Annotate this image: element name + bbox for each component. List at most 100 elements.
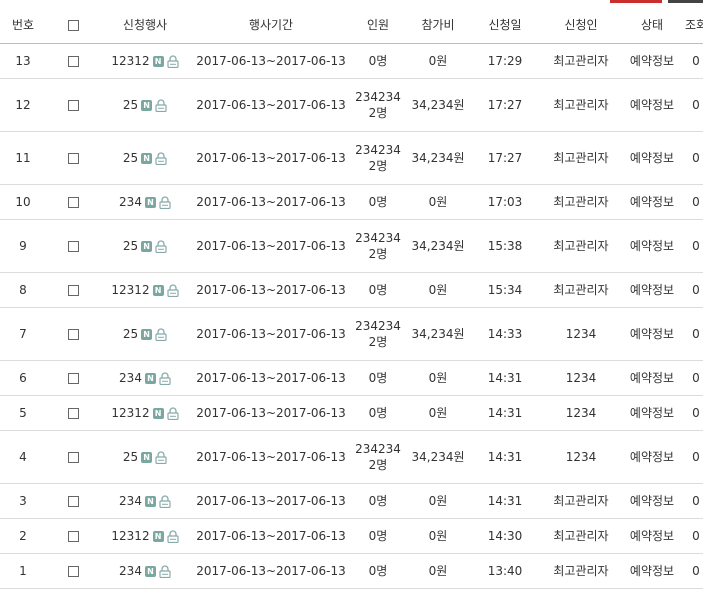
row-event-link[interactable]: 12312 [111, 405, 149, 421]
row-number: 11 [0, 131, 46, 185]
row-number: 10 [0, 184, 46, 220]
table-row[interactable]: 12 25 N 2017-06-13~2017-06-13 2342342명 34,234… [0, 78, 703, 132]
row-applicant: 1234 [538, 360, 624, 396]
table-row[interactable]: 2 12312 N 2017-06-13~2017-06-13 0명 0원 14:30 최고관… [0, 518, 703, 554]
new-badge-icon: N [144, 495, 156, 507]
row-event-link[interactable]: 25 [123, 150, 138, 166]
row-checkbox[interactable] [67, 373, 79, 384]
header-fee: 참가비 [404, 6, 472, 44]
row-event-link[interactable]: 234 [119, 370, 142, 386]
row-checkbox[interactable] [67, 197, 79, 208]
row-views: 0 [680, 43, 703, 79]
table-row[interactable]: 11 25 N 2017-06-13~2017-06-13 2342342명 34,234… [0, 131, 703, 185]
new-badge-icon: N [141, 451, 153, 463]
row-date: 17:27 [472, 131, 538, 185]
row-checkbox[interactable] [67, 153, 79, 164]
lock-icon [159, 194, 171, 210]
row-event-link[interactable]: 12312 [111, 53, 149, 69]
row-number: 1 [0, 553, 46, 589]
row-status-link[interactable]: 예약정보 [624, 360, 680, 396]
row-applicant: 최고관리자 [538, 553, 624, 589]
row-status-link[interactable]: 예약정보 [624, 184, 680, 220]
row-checkbox[interactable] [67, 408, 79, 419]
row-status-link[interactable]: 예약정보 [624, 272, 680, 308]
row-fee: 0원 [404, 553, 472, 589]
row-event-link[interactable]: 25 [123, 326, 138, 342]
row-people: 0명 [352, 184, 404, 220]
row-period: 2017-06-13~2017-06-13 [190, 430, 352, 484]
table-row[interactable]: 10 234 N 2017-06-13~2017-06-13 0명 0원 17:03 최고관리… [0, 184, 703, 220]
row-status-link[interactable]: 예약정보 [624, 553, 680, 589]
lock-icon [155, 150, 167, 166]
row-checkbox[interactable] [67, 285, 79, 296]
row-views: 0 [680, 219, 703, 273]
row-checkbox[interactable] [67, 566, 79, 577]
row-date: 15:34 [472, 272, 538, 308]
row-checkbox[interactable] [67, 56, 79, 67]
row-checkbox[interactable] [67, 496, 79, 507]
new-badge-icon: N [144, 565, 156, 577]
row-event-link[interactable]: 234 [119, 563, 142, 579]
new-badge-icon: N [141, 328, 153, 340]
row-period: 2017-06-13~2017-06-13 [190, 219, 352, 273]
row-fee: 0원 [404, 483, 472, 519]
row-status-link[interactable]: 예약정보 [624, 483, 680, 519]
row-select-cell [46, 131, 100, 185]
row-select-cell [46, 219, 100, 273]
row-select-cell [46, 395, 100, 431]
row-event-link[interactable]: 25 [123, 238, 138, 254]
row-people: 0명 [352, 518, 404, 554]
header-date: 신청일 [472, 6, 538, 44]
top-action-button-red[interactable] [610, 0, 662, 3]
select-all-checkbox[interactable] [67, 19, 79, 31]
row-checkbox[interactable] [67, 531, 79, 542]
row-date: 14:31 [472, 395, 538, 431]
row-checkbox[interactable] [67, 329, 79, 340]
row-status-link[interactable]: 예약정보 [624, 518, 680, 554]
table-row[interactable]: 1 234 N 2017-06-13~2017-06-13 0명 0원 13:40 최고관리자… [0, 553, 703, 589]
table-row[interactable]: 9 25 N 2017-06-13~2017-06-13 2342342명 34,234원… [0, 219, 703, 273]
row-status-link[interactable]: 예약정보 [624, 395, 680, 431]
row-number: 6 [0, 360, 46, 396]
lock-icon [166, 282, 179, 298]
row-status-link[interactable]: 예약정보 [624, 307, 680, 361]
row-event-link[interactable]: 234 [119, 194, 142, 210]
row-date: 13:40 [472, 553, 538, 589]
row-people: 0명 [352, 483, 404, 519]
new-badge-icon: N [144, 372, 156, 384]
lock-icon [155, 238, 167, 254]
row-event-cell: 234 N [100, 483, 190, 519]
row-event-cell: 25 N [100, 307, 190, 361]
row-period: 2017-06-13~2017-06-13 [190, 483, 352, 519]
row-status-link[interactable]: 예약정보 [624, 43, 680, 79]
row-views: 0 [680, 272, 703, 308]
row-event-link[interactable]: 12312 [111, 282, 149, 298]
table-row[interactable]: 3 234 N 2017-06-13~2017-06-13 0명 0원 14:31 최고관리자… [0, 483, 703, 519]
row-status-link[interactable]: 예약정보 [624, 430, 680, 484]
row-event-link[interactable]: 234 [119, 493, 142, 509]
row-status-link[interactable]: 예약정보 [624, 131, 680, 185]
row-fee: 34,234원 [404, 131, 472, 185]
row-applicant: 최고관리자 [538, 184, 624, 220]
row-checkbox[interactable] [67, 452, 79, 463]
row-checkbox[interactable] [67, 241, 79, 252]
row-applicant: 1234 [538, 395, 624, 431]
row-applicant: 최고관리자 [538, 483, 624, 519]
table-row[interactable]: 5 12312 N 2017-06-13~2017-06-13 0명 0원 14:31 123… [0, 395, 703, 431]
table-row[interactable]: 8 12312 N 2017-06-13~2017-06-13 0명 0원 15:34 최고관… [0, 272, 703, 308]
row-checkbox[interactable] [67, 100, 79, 111]
row-event-link[interactable]: 25 [123, 449, 138, 465]
row-event-link[interactable]: 12312 [111, 528, 149, 544]
row-status-link[interactable]: 예약정보 [624, 219, 680, 273]
row-people: 0명 [352, 43, 404, 79]
reservation-table: 번호 신청행사 행사기간 인원 참가비 신청일 신청인 상태 조회 13 1231… [0, 6, 703, 589]
row-people: 2342342명 [352, 307, 404, 361]
row-period: 2017-06-13~2017-06-13 [190, 518, 352, 554]
table-row[interactable]: 13 12312 N 2017-06-13~2017-06-13 0명 0원 17:29 최고… [0, 43, 703, 79]
row-event-link[interactable]: 25 [123, 97, 138, 113]
table-row[interactable]: 6 234 N 2017-06-13~2017-06-13 0명 0원 14:31 1234 예… [0, 360, 703, 396]
top-action-button-dark[interactable] [668, 0, 703, 3]
table-row[interactable]: 7 25 N 2017-06-13~2017-06-13 2342342명 34,234원… [0, 307, 703, 361]
row-status-link[interactable]: 예약정보 [624, 78, 680, 132]
table-row[interactable]: 4 25 N 2017-06-13~2017-06-13 2342342명 34,234원… [0, 430, 703, 484]
